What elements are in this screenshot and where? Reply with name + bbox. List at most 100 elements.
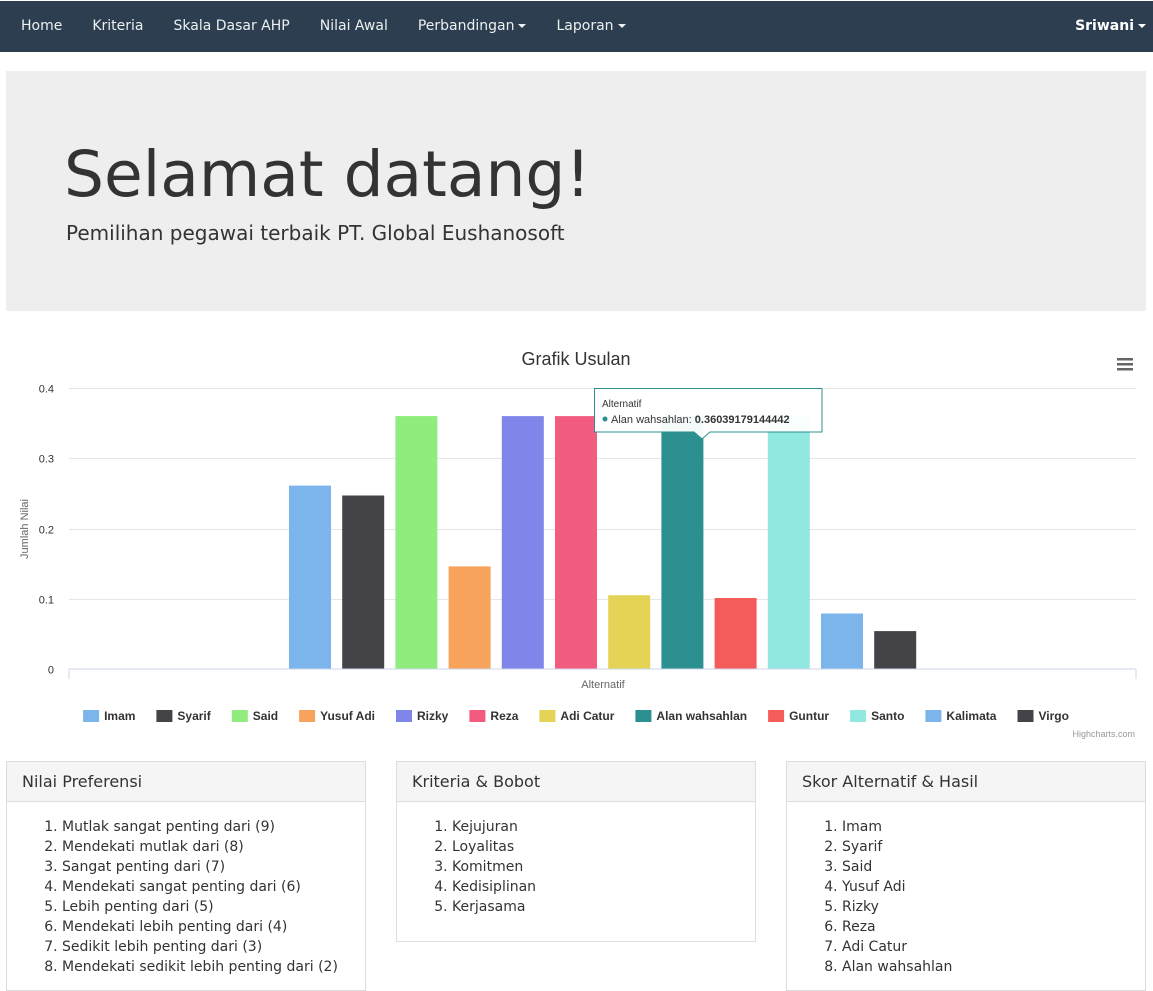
user-name: Sriwani	[1075, 18, 1134, 34]
legend-label: Santo	[871, 709, 904, 723]
bar-yusuf-adi[interactable]	[448, 566, 491, 669]
nav-skala-dasar-ahp[interactable]: Skala Dasar AHP	[159, 1, 305, 52]
legend-swatch	[768, 710, 785, 722]
legend-item[interactable]: Reza	[469, 709, 519, 723]
legend-swatch	[231, 710, 248, 722]
panel-body: Mutlak sangat penting dari (9)Mendekati …	[7, 802, 365, 977]
page-title: Selamat datang!	[64, 138, 591, 211]
y-tick-label: 0.2	[39, 525, 54, 537]
nav-home-label: Home	[21, 18, 63, 34]
bar-reza[interactable]	[555, 416, 597, 669]
nav-kriteria[interactable]: Kriteria	[77, 1, 158, 52]
bar-said[interactable]	[395, 416, 438, 669]
y-tick-label: 0.1	[39, 595, 54, 607]
bar-santo[interactable]	[767, 416, 810, 669]
bar-guntur[interactable]	[714, 598, 757, 669]
bars	[289, 415, 917, 670]
chart-container: Grafik Usulan 0 0.1 0.2 0.3 0.4 Jumlah Nilai…	[6, 340, 1146, 745]
list-item: Syarif	[842, 837, 1130, 857]
bar-adi-catur[interactable]	[608, 595, 651, 669]
alternative-score-list: ImamSyarifSaidYusuf AdiRizkyRezaAdi Catu…	[802, 817, 1130, 977]
legend-label: Guntur	[789, 709, 829, 723]
nav-laporan-dropdown[interactable]: Laporan	[541, 1, 640, 52]
legend-label: Reza	[490, 709, 518, 723]
panel-body: ImamSyarifSaidYusuf AdiRizkyRezaAdi Catu…	[787, 802, 1145, 977]
legend-item[interactable]: Kalimata	[925, 709, 997, 723]
list-item: Lebih penting dari (5)	[62, 897, 350, 917]
legend-swatch	[299, 710, 316, 722]
legend-swatch	[1017, 710, 1034, 722]
caret-down-icon	[617, 24, 626, 28]
list-item: Yusuf Adi	[842, 877, 1130, 897]
legend-item[interactable]: Virgo	[1017, 709, 1069, 723]
legend-label: Said	[253, 709, 278, 723]
bar-rizky[interactable]	[501, 416, 544, 669]
bar-kalimata[interactable]	[821, 613, 863, 670]
bar-imam[interactable]	[289, 485, 331, 669]
legend-item[interactable]: Rizky	[396, 709, 449, 723]
legend-item[interactable]: Adi Catur	[539, 709, 615, 723]
list-item: Mendekati mutlak dari (8)	[62, 837, 350, 857]
legend-item[interactable]: Syarif	[156, 709, 212, 723]
legend-item[interactable]: Imam	[83, 709, 135, 723]
bar-chart: Grafik Usulan 0 0.1 0.2 0.3 0.4 Jumlah Nilai…	[19, 349, 1137, 739]
legend-label: Alan wahsahlan	[656, 709, 747, 723]
nav-nilai-awal[interactable]: Nilai Awal	[305, 1, 403, 52]
legend-label: Imam	[104, 709, 135, 723]
panel-title: Kriteria & Bobot	[397, 762, 755, 802]
legend-item[interactable]: Yusuf Adi	[299, 709, 375, 723]
list-item: Kejujuran	[452, 817, 740, 837]
legend-item[interactable]: Guntur	[768, 709, 829, 723]
chart-credits[interactable]: Highcharts.com	[1072, 729, 1135, 739]
legend-item[interactable]: Alan wahsahlan	[635, 709, 747, 723]
legend-label: Yusuf Adi	[320, 709, 375, 723]
panel-nilai-preferensi: Nilai Preferensi Mutlak sangat penting d…	[6, 761, 366, 991]
nav-perbandingan-dropdown[interactable]: Perbandingan	[403, 1, 542, 52]
legend-item[interactable]: Said	[231, 709, 278, 723]
nav-skala-label: Skala Dasar AHP	[173, 18, 290, 34]
list-item: Kedisiplinan	[452, 877, 740, 897]
chart-title: Grafik Usulan	[521, 349, 630, 369]
legend-item[interactable]: Santo	[850, 709, 904, 723]
chart-tooltip: Alternatif Alan wahsahlan: 0.36039179144…	[594, 388, 823, 440]
navbar: Home Kriteria Skala Dasar AHP Nilai Awal…	[0, 1, 1153, 52]
legend-swatch	[850, 710, 867, 722]
bar-virgo[interactable]	[874, 631, 917, 669]
nav-user-menu: Sriwani	[1075, 1, 1146, 52]
legend-swatch	[635, 710, 652, 722]
list-item: Alan wahsahlan	[842, 957, 1130, 977]
panel-skor-alternatif: Skor Alternatif & Hasil ImamSyarifSaidYu…	[786, 761, 1146, 991]
list-item: Kerjasama	[452, 897, 740, 917]
list-item: Mutlak sangat penting dari (9)	[62, 817, 350, 837]
bar-alan-wahsahlan[interactable]	[661, 415, 704, 669]
user-dropdown[interactable]: Sriwani	[1075, 1, 1146, 52]
tooltip-value: 0.36039179144442	[695, 414, 790, 426]
list-item: Rizky	[842, 897, 1130, 917]
caret-down-icon	[1138, 24, 1146, 28]
tooltip-series-dot	[602, 416, 608, 422]
y-axis-title: Jumlah Nilai	[19, 499, 31, 559]
nav-kriteria-label: Kriteria	[92, 18, 144, 34]
bar-syarif[interactable]	[342, 495, 385, 670]
preference-list: Mutlak sangat penting dari (9)Mendekati …	[22, 817, 350, 977]
legend-label: Virgo	[1039, 709, 1069, 723]
nav-home[interactable]: Home	[6, 1, 77, 52]
criteria-list: KejujuranLoyalitasKomitmenKedisiplinanKe…	[412, 817, 740, 917]
list-item: Mendekati sangat penting dari (6)	[62, 877, 350, 897]
jumbotron: Selamat datang! Pemilihan pegawai terbai…	[6, 71, 1146, 311]
list-item: Sedikit lebih penting dari (3)	[62, 937, 350, 957]
list-item: Sangat penting dari (7)	[62, 857, 350, 877]
legend-swatch	[469, 710, 486, 722]
nav-perbandingan-label: Perbandingan	[417, 18, 515, 34]
nav-laporan-label: Laporan	[556, 18, 614, 34]
chart-menu-button[interactable]	[1116, 356, 1134, 374]
legend-label: Kalimata	[946, 709, 996, 723]
legend-swatch	[83, 710, 100, 722]
legend-label: Adi Catur	[560, 709, 614, 723]
panel-body: KejujuranLoyalitasKomitmenKedisiplinanKe…	[397, 802, 755, 917]
list-item: Komitmen	[452, 857, 740, 877]
list-item: Loyalitas	[452, 837, 740, 857]
legend: Imam Syarif Said Yusuf Adi Rizky Reza Adi Catu…	[83, 709, 1069, 723]
nav-menu: Home Kriteria Skala Dasar AHP Nilai Awal…	[6, 1, 641, 52]
y-tick-label: 0.3	[39, 454, 54, 466]
